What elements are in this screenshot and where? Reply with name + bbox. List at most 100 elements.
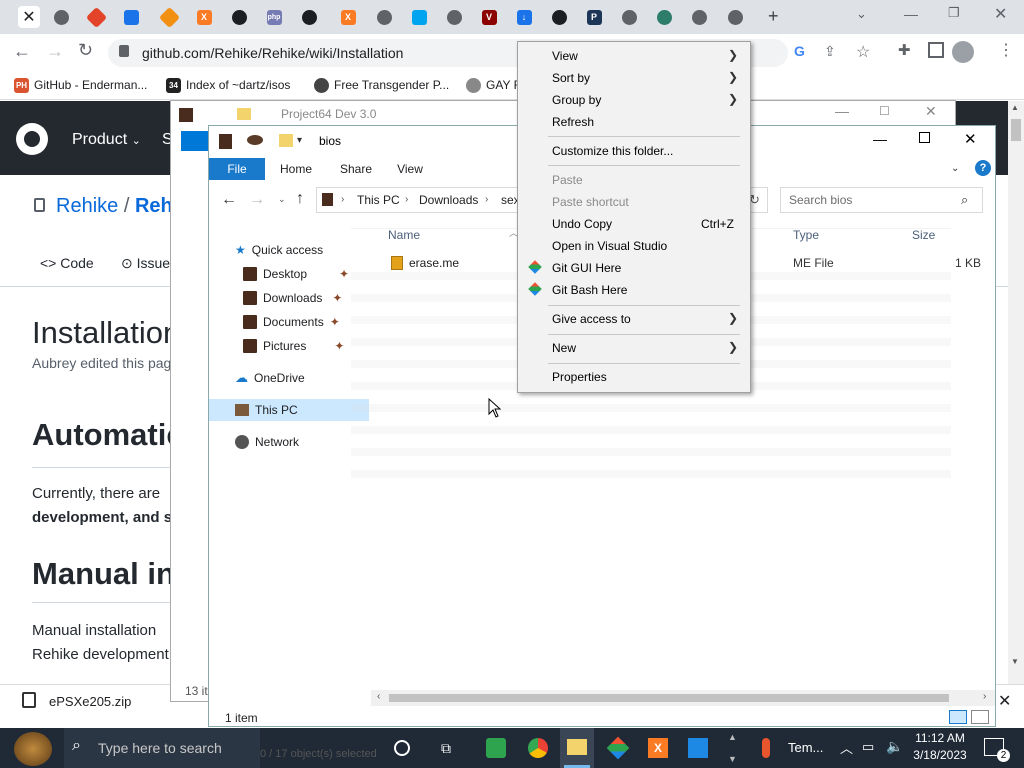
recent-locations-icon[interactable]: ⌄ — [278, 194, 286, 205]
taskbar-search[interactable]: ⌕ Type here to search — [64, 728, 260, 768]
close-icon[interactable]: ✕ — [925, 103, 937, 120]
sidebar-icon[interactable] — [928, 42, 944, 58]
minimize-icon[interactable]: — — [873, 131, 887, 147]
minimize-icon[interactable]: — — [835, 103, 849, 119]
menu-item-group-by[interactable]: Group by — [552, 89, 601, 111]
menu-item-refresh[interactable]: Refresh — [552, 111, 594, 133]
nav-downloads[interactable]: Downloads ✦ — [243, 287, 342, 309]
nav-documents[interactable]: Documents ✦ — [243, 311, 340, 333]
scroll-up-icon[interactable]: ▲ — [728, 732, 737, 742]
tab[interactable] — [408, 6, 430, 28]
breadcrumb-item[interactable]: Downloads — [419, 193, 478, 207]
weather-text[interactable]: Tem... — [788, 740, 823, 755]
nav-onedrive[interactable]: ☁ OneDrive — [235, 367, 305, 389]
menu-item-view[interactable]: View — [552, 45, 578, 67]
back-icon[interactable]: ← — [13, 41, 31, 62]
tab[interactable] — [653, 6, 675, 28]
repo-owner-link[interactable]: Rehike — [56, 195, 118, 217]
menu-item-properties[interactable]: Properties — [552, 366, 607, 388]
nav-this-pc[interactable]: This PC — [209, 399, 369, 421]
menu-item-undo-copy[interactable]: Undo Copy Ctrl+Z — [552, 213, 734, 235]
url-text[interactable]: github.com/Rehike/Rehike/wiki/Installati… — [142, 45, 403, 61]
tab-home[interactable]: Home — [271, 158, 321, 180]
new-folder-icon[interactable] — [279, 134, 293, 147]
google-icon[interactable]: G — [794, 43, 805, 59]
chevron-down-icon[interactable]: ⌄ — [856, 6, 867, 22]
tab[interactable] — [548, 6, 570, 28]
tab[interactable]: V — [478, 6, 500, 28]
restore-icon[interactable]: ❐ — [948, 5, 960, 21]
maximize-icon[interactable] — [919, 132, 930, 143]
tab[interactable] — [373, 6, 395, 28]
chrome-icon[interactable] — [528, 738, 548, 758]
tab[interactable] — [50, 6, 72, 28]
tab-view[interactable]: View — [385, 158, 435, 180]
maximize-icon[interactable]: ☐ — [879, 104, 890, 118]
cortana-icon[interactable] — [394, 740, 410, 756]
menu-item-sort-by[interactable]: Sort by — [552, 67, 590, 89]
git-icon[interactable] — [606, 736, 630, 760]
tab[interactable]: ↓ — [513, 6, 535, 28]
tab[interactable] — [158, 6, 180, 28]
tab[interactable] — [443, 6, 465, 28]
tab[interactable]: X — [193, 6, 215, 28]
menu-item-customize[interactable]: Customize this folder... — [552, 140, 673, 162]
profile-avatar[interactable] — [952, 41, 974, 63]
tab[interactable] — [120, 6, 142, 28]
forward-icon[interactable]: → — [46, 41, 64, 62]
bookmark[interactable]: 34 Index of ~dartz/isos — [166, 76, 290, 94]
large-icons-view-icon[interactable] — [971, 710, 989, 724]
back-icon[interactable]: ← — [221, 191, 237, 209]
tab[interactable] — [688, 6, 710, 28]
menu-item-new[interactable]: New — [552, 337, 576, 359]
horizontal-scrollbar[interactable]: ‹ › — [371, 690, 995, 706]
minimize-icon[interactable]: — — [904, 6, 918, 22]
tab-share[interactable]: Share — [331, 158, 381, 180]
up-icon[interactable]: ↑ — [296, 190, 304, 208]
help-icon[interactable]: ? — [975, 160, 991, 176]
share-icon[interactable]: ⇪ — [824, 43, 836, 60]
show-hidden-icon[interactable]: ︿ — [840, 738, 853, 757]
tab[interactable] — [228, 6, 250, 28]
tab[interactable] — [724, 6, 746, 28]
tab[interactable]: php — [263, 6, 285, 28]
close-icon[interactable]: ✕ — [964, 130, 977, 148]
github-logo-icon[interactable] — [16, 123, 48, 155]
qat-dropdown-icon[interactable]: ▾ — [297, 135, 302, 146]
forward-icon[interactable]: → — [249, 191, 265, 209]
download-item[interactable]: ePSXe205.zip — [49, 694, 131, 709]
scroll-down-icon[interactable]: ▼ — [728, 754, 737, 764]
clock-date[interactable]: 3/18/2023 — [912, 748, 968, 762]
tab-file[interactable]: File — [209, 158, 265, 180]
page-scrollbar[interactable]: ▲ ▼ — [1008, 101, 1024, 684]
clock-time[interactable]: 11:12 AM — [912, 731, 968, 745]
close-shelf-icon[interactable]: ✕ — [998, 691, 1011, 711]
bookmark[interactable]: PH GitHub - Enderman... — [14, 76, 147, 94]
taskbar-explorer[interactable] — [560, 728, 594, 768]
xampp-icon[interactable]: X — [648, 738, 668, 758]
active-tab[interactable]: ✕ — [18, 6, 40, 28]
close-window-icon[interactable]: ✕ — [994, 4, 1007, 24]
details-view-icon[interactable] — [949, 710, 967, 724]
menu-item-open-vs[interactable]: Open in Visual Studio — [552, 235, 667, 257]
tab[interactable]: X — [337, 6, 359, 28]
extensions-icon[interactable]: ✚ — [898, 41, 911, 59]
new-tab-icon[interactable]: + — [768, 6, 779, 27]
tab-issues[interactable]: ⊙ Issue — [121, 255, 170, 272]
tab[interactable] — [298, 6, 320, 28]
bookmark[interactable]: Free Transgender P... — [314, 76, 449, 94]
search-box[interactable]: Search bios ⌕ — [780, 187, 983, 213]
bookmark[interactable]: GAY R — [466, 76, 522, 94]
breadcrumb-item[interactable]: This PC — [357, 193, 400, 207]
nav-quick-access[interactable]: ★ Quick access — [235, 239, 323, 261]
tab-code[interactable]: <> Code — [40, 255, 94, 271]
expand-ribbon-icon[interactable]: ⌄ — [951, 163, 959, 174]
menu-icon[interactable]: ⋮ — [998, 40, 1014, 60]
nav-network[interactable]: Network — [235, 431, 299, 453]
volume-icon[interactable]: 🔈 — [886, 738, 903, 755]
properties-icon[interactable] — [247, 135, 263, 145]
menu-item-git-gui[interactable]: Git GUI Here — [552, 257, 621, 279]
start-button[interactable] — [14, 732, 52, 766]
menu-item-paste-shortcut[interactable]: Paste shortcut — [552, 191, 629, 213]
network-icon[interactable]: ▭ — [862, 739, 874, 755]
